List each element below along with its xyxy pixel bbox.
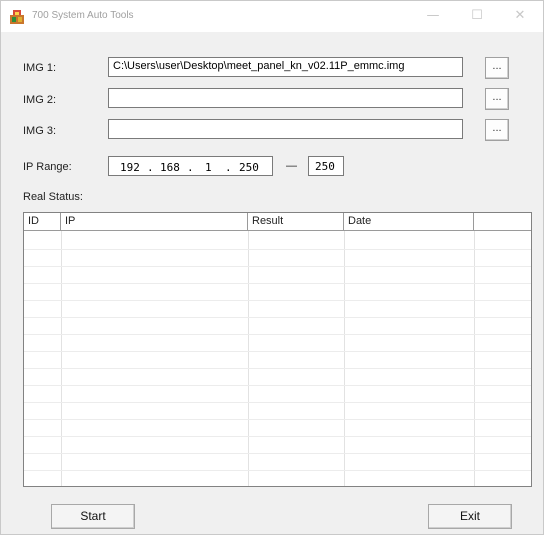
img2-browse-button[interactable]: ... <box>485 88 509 110</box>
column-divider <box>61 231 62 486</box>
column-header-empty[interactable] <box>474 213 531 231</box>
ip-dot: . <box>187 161 194 174</box>
row-gridline <box>24 334 531 335</box>
ip-address-start-field[interactable]: 192 . 168 . 1 . 250 <box>108 156 273 176</box>
row-gridline <box>24 436 531 437</box>
column-header-ip[interactable]: IP <box>61 213 248 231</box>
row-gridline <box>24 368 531 369</box>
ip-range-label: IP Range: <box>23 161 72 173</box>
row-gridline <box>24 283 531 284</box>
column-header-result[interactable]: Result <box>248 213 344 231</box>
ip-octet-1[interactable]: 192 <box>120 161 140 174</box>
minimize-button[interactable]: — <box>411 3 455 29</box>
row-gridline <box>24 317 531 318</box>
app-window: 700 System Auto Tools — ☐ ✕ IMG 1: C:\Us… <box>0 0 544 535</box>
row-gridline <box>24 249 531 250</box>
ip-octet-3[interactable]: 1 <box>205 161 212 174</box>
column-divider <box>474 231 475 486</box>
status-table[interactable]: ID IP Result Date <box>23 212 532 487</box>
img2-path-field[interactable] <box>108 88 463 108</box>
ip-octet-2[interactable]: 168 <box>160 161 180 174</box>
ip-dot: . <box>225 161 232 174</box>
start-button[interactable]: Start <box>51 504 135 529</box>
row-gridline <box>24 385 531 386</box>
row-gridline <box>24 402 531 403</box>
column-divider <box>344 231 345 486</box>
range-separator: — <box>286 160 297 172</box>
app-icon <box>10 10 24 24</box>
window-title: 700 System Auto Tools <box>32 10 134 21</box>
row-gridline <box>24 351 531 352</box>
img3-label: IMG 3: <box>23 125 57 137</box>
row-gridline <box>24 300 531 301</box>
ip-octet-4[interactable]: 250 <box>239 161 259 174</box>
maximize-button[interactable]: ☐ <box>455 3 499 29</box>
img3-browse-button[interactable]: ... <box>485 119 509 141</box>
row-gridline <box>24 470 531 471</box>
row-gridline <box>24 266 531 267</box>
title-bar: 700 System Auto Tools — ☐ ✕ <box>1 1 543 32</box>
real-status-label: Real Status: <box>23 191 83 203</box>
img2-label: IMG 2: <box>23 94 57 106</box>
column-header-id[interactable]: ID <box>24 213 61 231</box>
img3-path-field[interactable] <box>108 119 463 139</box>
img1-browse-button[interactable]: ... <box>485 57 509 79</box>
close-button[interactable]: ✕ <box>498 3 542 29</box>
column-header-date[interactable]: Date <box>344 213 474 231</box>
ip-dot: . <box>147 161 154 174</box>
row-gridline <box>24 419 531 420</box>
img1-path-field[interactable]: C:\Users\user\Desktop\meet_panel_kn_v02.… <box>108 57 463 77</box>
img1-label: IMG 1: <box>23 62 57 74</box>
ip-range-end-field[interactable]: 250 <box>308 156 344 176</box>
exit-button[interactable]: Exit <box>428 504 512 529</box>
row-gridline <box>24 453 531 454</box>
column-divider <box>248 231 249 486</box>
